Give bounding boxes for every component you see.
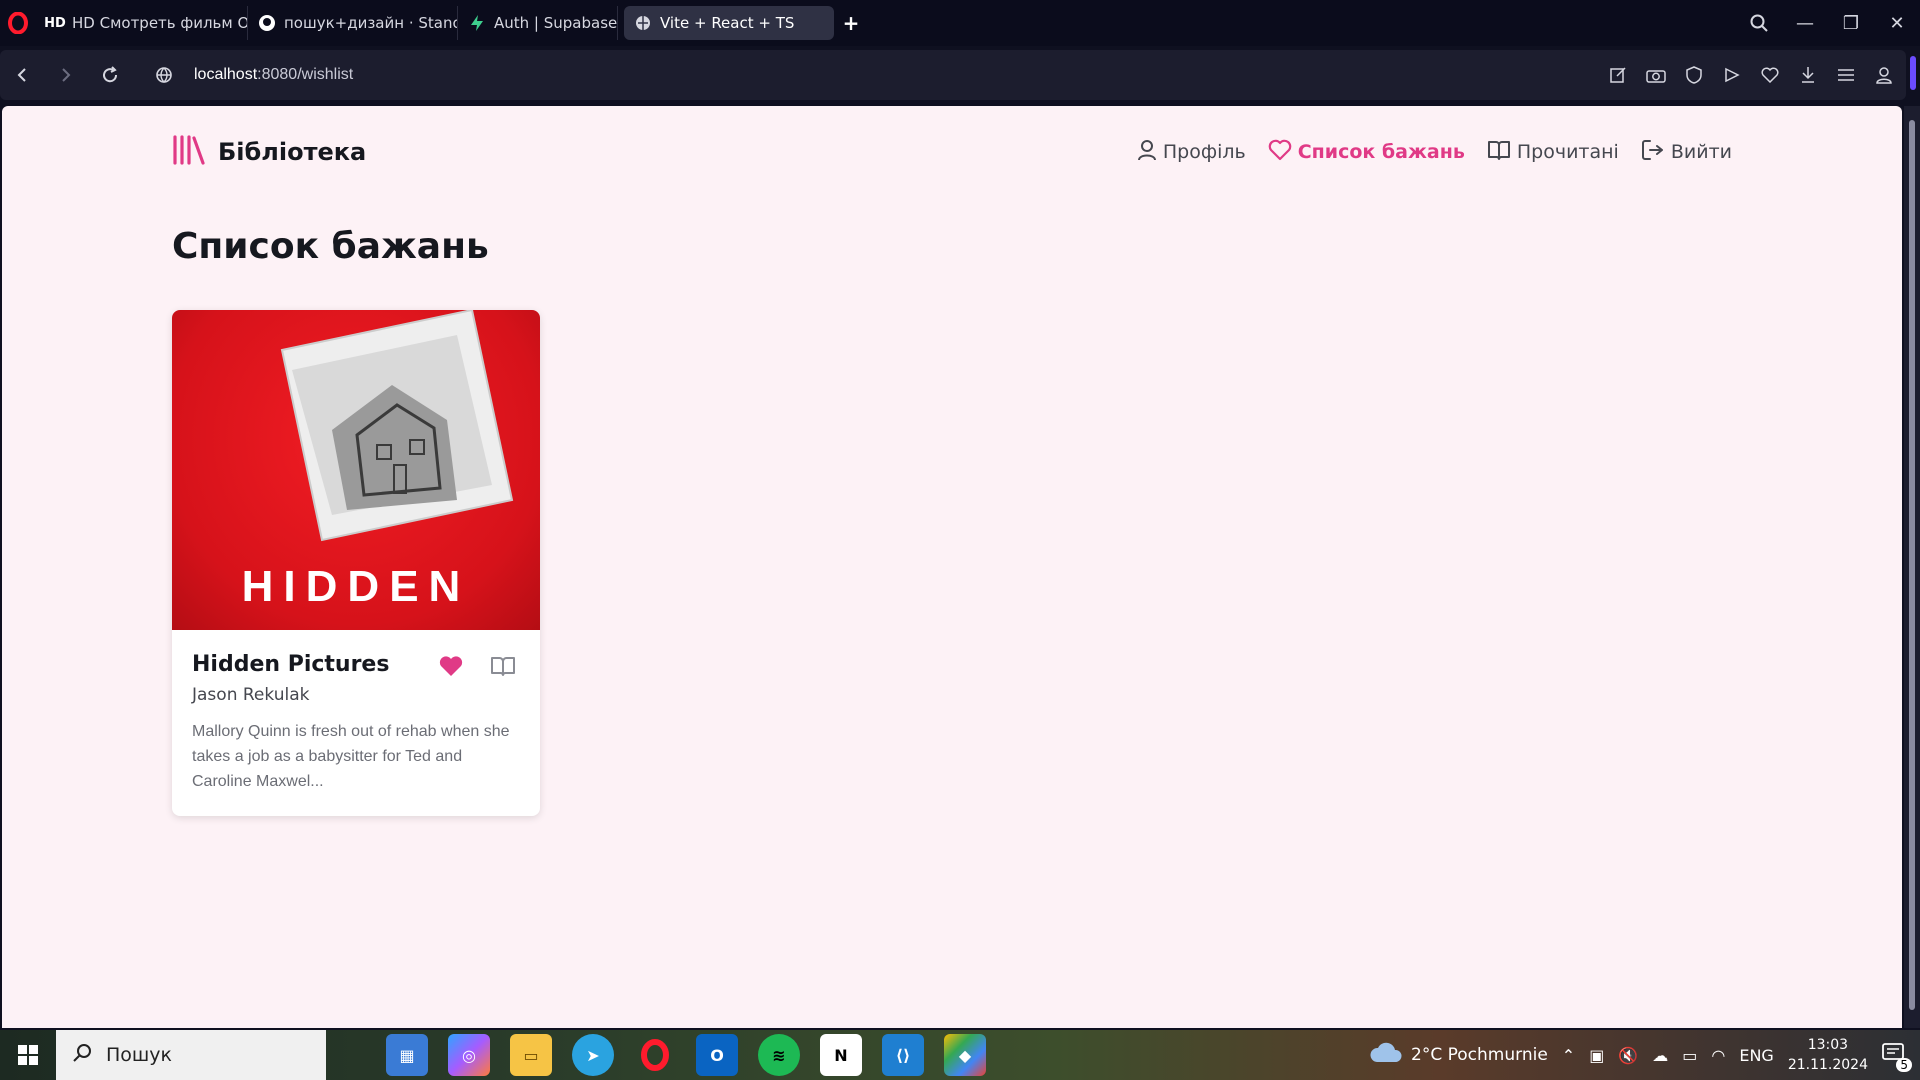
nav-wishlist[interactable]: Список бажань (1268, 139, 1465, 166)
browser-tab[interactable]: HD HD Смотреть фильм Омен он (36, 6, 248, 40)
minimize-icon[interactable]: — (1782, 13, 1828, 34)
battery-icon[interactable]: ▭ (1682, 1046, 1697, 1065)
taskbar-apps: ▦ ◎ ▭ ➤ O ≋ N ⟨⟩ ◆ (386, 1034, 986, 1076)
browser-tabbar: HD HD Смотреть фильм Омен он пошук+дизай… (0, 0, 1920, 46)
nav-label: Прочитані (1516, 141, 1619, 163)
nav-logout[interactable]: Вийти (1641, 139, 1732, 166)
opera-icon[interactable] (634, 1034, 676, 1076)
tab-label: Vite + React + TS (660, 14, 795, 32)
chevron-up-icon[interactable]: ⌃ (1562, 1046, 1575, 1065)
page-viewport: Бібліотека Профіль Список бажань Прочита… (2, 106, 1902, 1028)
nav-read[interactable]: Прочитані (1487, 139, 1619, 166)
browser-tab-active[interactable]: Vite + React + TS (624, 6, 834, 40)
nav-profile[interactable]: Профіль (1137, 139, 1246, 166)
brand[interactable]: Бібліотека (172, 134, 366, 170)
search-icon[interactable] (1736, 14, 1782, 32)
book-open-icon (1487, 139, 1511, 166)
nav-label: Профіль (1162, 141, 1246, 163)
book-card[interactable]: HIDDEN Hidden Pictures Jason Rekulak Mal… (172, 310, 540, 816)
telegram-icon[interactable]: ➤ (572, 1034, 614, 1076)
url-input[interactable]: localhost:8080/wishlist (194, 66, 353, 84)
system-tray: 2°C Pochmurnie ⌃ ▣ 🔇 ☁ ▭ ◠ ENG 13:03 21.… (1369, 1030, 1920, 1080)
notion-icon[interactable]: N (820, 1034, 862, 1076)
tab-label: HD Смотреть фильм Омен он (72, 14, 247, 32)
page-title: Список бажань (172, 226, 489, 267)
outlook-icon[interactable]: O (696, 1034, 738, 1076)
notifications-count: 5 (1896, 1058, 1912, 1072)
search-icon (72, 1043, 92, 1068)
copilot-icon[interactable]: ◎ (448, 1034, 490, 1076)
camera-icon[interactable] (1644, 63, 1668, 87)
heart-icon (1268, 139, 1292, 166)
send-icon[interactable] (1720, 63, 1744, 87)
user-icon (1137, 139, 1157, 166)
account-icon[interactable] (1872, 63, 1896, 87)
forward-button[interactable] (44, 50, 88, 100)
hd-icon: HD (44, 15, 66, 31)
weather-widget[interactable]: 2°C Pochmurnie (1369, 1042, 1548, 1069)
clock-date: 21.11.2024 (1787, 1057, 1868, 1073)
back-button[interactable] (0, 50, 44, 100)
chrome-app-icon[interactable]: ◆ (944, 1034, 986, 1076)
main-nav: Профіль Список бажань Прочитані Вийти (1137, 139, 1732, 166)
window-controls: — ❐ ✕ (1736, 0, 1920, 46)
nav-label: Вийти (1670, 141, 1732, 163)
opera-logo-icon[interactable] (0, 0, 36, 46)
cover-title-text: HIDDEN (241, 562, 471, 611)
clock[interactable]: 13:03 21.11.2024 (1788, 1035, 1868, 1075)
toolbar-icons (1606, 50, 1896, 100)
brand-title: Бібліотека (218, 138, 367, 166)
supabase-icon (468, 14, 486, 32)
restore-icon[interactable]: ❐ (1828, 13, 1874, 34)
weather-text: 2°C Pochmurnie (1411, 1045, 1548, 1065)
reload-button[interactable] (88, 50, 132, 100)
search-placeholder: Пошук (106, 1044, 173, 1066)
heart-icon[interactable] (1758, 63, 1782, 87)
cloud-icon (1369, 1042, 1403, 1069)
vscode-icon[interactable]: ⟨⟩ (882, 1034, 924, 1076)
book-description: Mallory Quinn is fresh out of rehab when… (192, 723, 510, 790)
address-bar: localhost:8080/wishlist (0, 50, 1906, 100)
wifi-icon[interactable]: ◠ (1711, 1046, 1725, 1065)
sidebar-toggle[interactable] (1910, 56, 1916, 90)
new-tab-button[interactable]: + (834, 6, 868, 40)
browser-tab[interactable]: Auth | Supabase (458, 6, 618, 40)
github-icon (258, 14, 276, 32)
task-view-icon[interactable]: ▦ (386, 1034, 428, 1076)
tab-label: пошук+дизайн · Stanovsk (284, 14, 457, 32)
taskbar-search[interactable]: Пошук (56, 1030, 326, 1080)
book-cover[interactable]: HIDDEN (172, 310, 540, 630)
book-card-actions (438, 654, 516, 682)
file-explorer-icon[interactable]: ▭ (510, 1034, 552, 1076)
onedrive-icon[interactable]: ☁ (1652, 1046, 1668, 1065)
nav-label: Список бажань (1297, 141, 1465, 163)
app-header: Бібліотека Профіль Список бажань Прочита… (172, 126, 1732, 178)
book-author: Jason Rekulak (192, 685, 310, 705)
volume-muted-icon[interactable]: 🔇 (1618, 1046, 1638, 1065)
mark-read-book-icon[interactable] (490, 655, 516, 681)
browser-tab[interactable]: пошук+дизайн · Stanovsk (248, 6, 458, 40)
page-scrollbar[interactable] (1904, 106, 1920, 1028)
logout-icon (1641, 139, 1665, 166)
globe-icon (634, 14, 652, 32)
language-indicator[interactable]: ENG (1739, 1046, 1773, 1065)
site-info-icon[interactable] (142, 50, 186, 100)
tab-label: Auth | Supabase (494, 14, 618, 32)
download-icon[interactable] (1796, 63, 1820, 87)
wishlist-heart-icon[interactable] (438, 654, 464, 682)
notifications-icon[interactable]: 5 (1882, 1042, 1912, 1072)
spotify-icon[interactable]: ≋ (758, 1034, 800, 1076)
library-icon (172, 134, 206, 170)
shield-icon[interactable] (1682, 63, 1706, 87)
windows-start-icon[interactable] (0, 1030, 56, 1080)
close-icon[interactable]: ✕ (1874, 13, 1920, 34)
edit-icon[interactable] (1606, 63, 1630, 87)
taskbar: Пошук ▦ ◎ ▭ ➤ O ≋ N ⟨⟩ ◆ 2°C Pochmurnie … (0, 1030, 1920, 1080)
easy-setup-icon[interactable] (1834, 63, 1858, 87)
book-card-body: Hidden Pictures Jason Rekulak Mallory Qu… (172, 630, 540, 816)
scrollbar-thumb[interactable] (1909, 120, 1915, 1010)
clock-time: 13:03 (1807, 1037, 1849, 1053)
camera-tray-icon[interactable]: ▣ (1589, 1046, 1604, 1065)
